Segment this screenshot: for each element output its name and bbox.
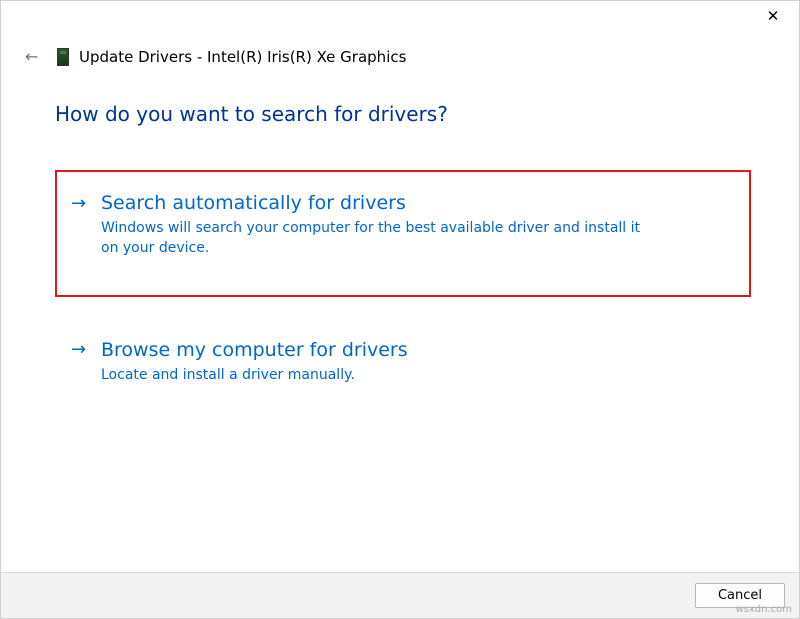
header-title-group: Update Drivers - Intel(R) Iris(R) Xe Gra… bbox=[57, 48, 406, 66]
arrow-right-icon: → bbox=[71, 339, 91, 360]
option-head: → Browse my computer for drivers bbox=[71, 339, 729, 361]
titlebar: ✕ bbox=[1, 1, 799, 33]
watermark: wsxdn.com bbox=[735, 604, 792, 615]
option-head: → Search automatically for drivers bbox=[71, 192, 727, 214]
back-button[interactable]: ← bbox=[25, 47, 43, 66]
footer: Cancel bbox=[1, 572, 799, 618]
update-drivers-dialog: ✕ ← Update Drivers - Intel(R) Iris(R) Xe… bbox=[0, 0, 800, 619]
option-description: Locate and install a driver manually. bbox=[101, 365, 661, 385]
main-heading: How do you want to search for drivers? bbox=[55, 102, 751, 126]
content-area: How do you want to search for drivers? →… bbox=[1, 66, 799, 572]
header: ← Update Drivers - Intel(R) Iris(R) Xe G… bbox=[1, 33, 799, 66]
close-button[interactable]: ✕ bbox=[761, 7, 785, 25]
window-title: Update Drivers - Intel(R) Iris(R) Xe Gra… bbox=[79, 48, 406, 66]
arrow-right-icon: → bbox=[71, 193, 91, 214]
option-title: Search automatically for drivers bbox=[101, 192, 406, 214]
option-search-automatically[interactable]: → Search automatically for drivers Windo… bbox=[55, 170, 751, 297]
option-browse-computer[interactable]: → Browse my computer for drivers Locate … bbox=[55, 321, 751, 407]
option-description: Windows will search your computer for th… bbox=[101, 218, 661, 259]
device-icon bbox=[57, 48, 69, 66]
option-title: Browse my computer for drivers bbox=[101, 339, 408, 361]
